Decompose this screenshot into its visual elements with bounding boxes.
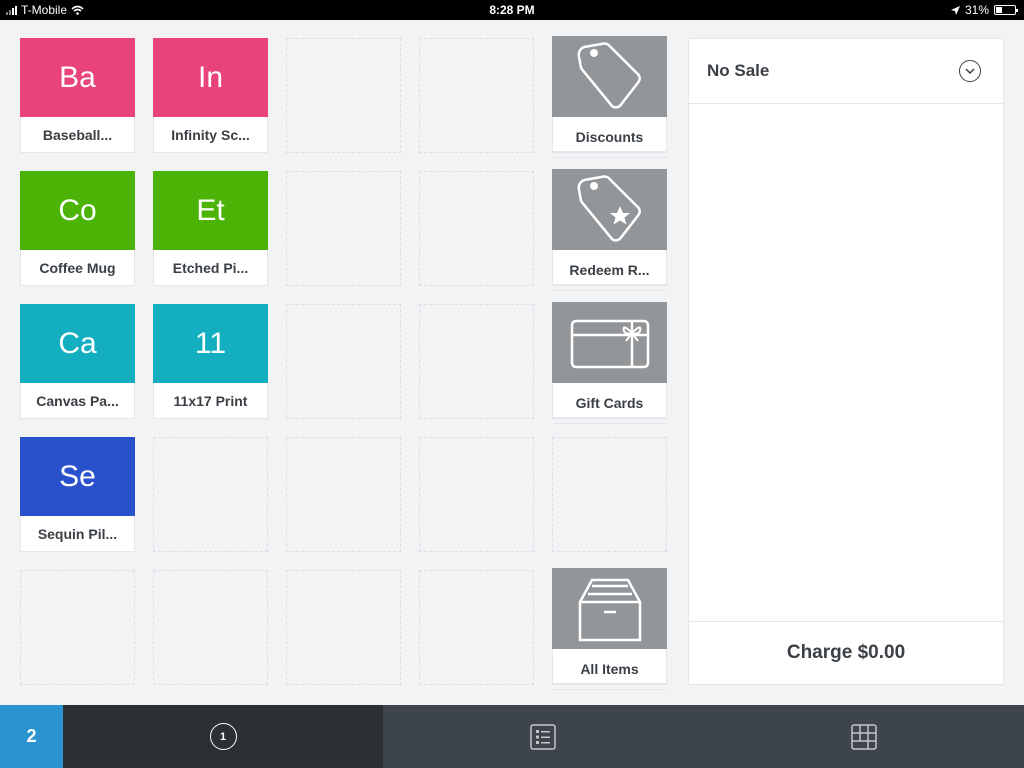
tile-all-items[interactable]: All Items (552, 568, 667, 690)
empty-tile[interactable] (153, 437, 268, 552)
archive-box-icon (570, 574, 650, 644)
gift-card-icon (568, 313, 652, 373)
tile-abbreviation: 11 (153, 304, 268, 383)
empty-tile[interactable] (20, 570, 135, 685)
tile-label: Gift Cards (575, 395, 644, 411)
item-tile[interactable]: 11 11x17 Print (153, 304, 268, 419)
bottom-bar: 2 1 (0, 705, 1024, 768)
cart-items-list (689, 104, 1003, 621)
circle-number-icon: 1 (209, 723, 237, 750)
tile-label: Etched Pi... (172, 260, 249, 276)
tab-library[interactable] (383, 705, 704, 768)
tile-abbreviation: Se (20, 437, 135, 516)
tile-label: Sequin Pil... (37, 526, 118, 542)
clock: 8:28 PM (489, 3, 535, 17)
tab-keypad[interactable]: 1 (63, 705, 383, 768)
tile-label: Baseball... (42, 127, 113, 143)
battery-percent: 31% (964, 3, 989, 17)
tile-icon-area (552, 169, 667, 250)
item-tile[interactable]: Co Coffee Mug (20, 171, 135, 286)
cart-panel: No Sale Charge $0.00 (688, 38, 1004, 685)
grid-icon (851, 723, 877, 750)
tile-discounts[interactable]: Discounts (552, 36, 667, 158)
tag-icon (570, 37, 650, 117)
tile-icon-area (552, 36, 667, 117)
list-icon (530, 723, 556, 750)
empty-tile[interactable] (286, 38, 401, 153)
empty-tile[interactable] (419, 570, 534, 685)
tile-abbreviation: Ba (20, 38, 135, 117)
tile-abbreviation: Ca (20, 304, 135, 383)
item-tile[interactable]: Ca Canvas Pa... (20, 304, 135, 419)
reward-tag-icon (570, 170, 650, 250)
tile-abbreviation: Co (20, 171, 135, 250)
cart-title: No Sale (707, 61, 770, 80)
item-tile[interactable]: Ba Baseball... (20, 38, 135, 153)
tile-label: Discounts (575, 129, 644, 145)
empty-tile[interactable] (286, 437, 401, 552)
cart-header: No Sale (689, 39, 1003, 104)
empty-tile[interactable] (419, 437, 534, 552)
empty-tile[interactable] (153, 570, 268, 685)
status-right: 31% (950, 3, 1018, 17)
tab-favorites[interactable] (703, 705, 1024, 768)
tile-gift-cards[interactable]: Gift Cards (552, 302, 667, 424)
empty-tile[interactable] (286, 570, 401, 685)
tile-label: 11x17 Print (173, 393, 248, 409)
empty-tile[interactable] (286, 171, 401, 286)
tile-icon-area (552, 302, 667, 383)
battery-icon (994, 5, 1018, 15)
item-tile[interactable]: In Infinity Sc... (153, 38, 268, 153)
charge-button[interactable]: Charge $0.00 (689, 621, 1003, 684)
tile-label: Canvas Pa... (36, 393, 119, 409)
item-tile[interactable]: Et Etched Pi... (153, 171, 268, 286)
tile-label: All Items (580, 661, 639, 677)
tile-label: Coffee Mug (39, 260, 116, 276)
tile-label: Infinity Sc... (171, 127, 250, 143)
tile-abbreviation: In (153, 38, 268, 117)
chevron-down-icon[interactable] (959, 60, 981, 82)
status-bar: T-Mobile 8:28 PM 31% (0, 0, 1024, 20)
empty-tile[interactable] (419, 38, 534, 153)
tile-redeem-r[interactable]: Redeem R... (552, 169, 667, 291)
empty-tile[interactable] (552, 437, 667, 552)
item-tile[interactable]: Se Sequin Pil... (20, 437, 135, 552)
open-tickets-badge[interactable]: 2 (0, 705, 63, 768)
empty-tile[interactable] (419, 171, 534, 286)
tile-icon-area (552, 568, 667, 649)
tile-abbreviation: Et (153, 171, 268, 250)
tile-label: Redeem R... (569, 262, 650, 278)
empty-tile[interactable] (419, 304, 534, 419)
empty-tile[interactable] (286, 304, 401, 419)
location-arrow-icon (950, 5, 960, 15)
